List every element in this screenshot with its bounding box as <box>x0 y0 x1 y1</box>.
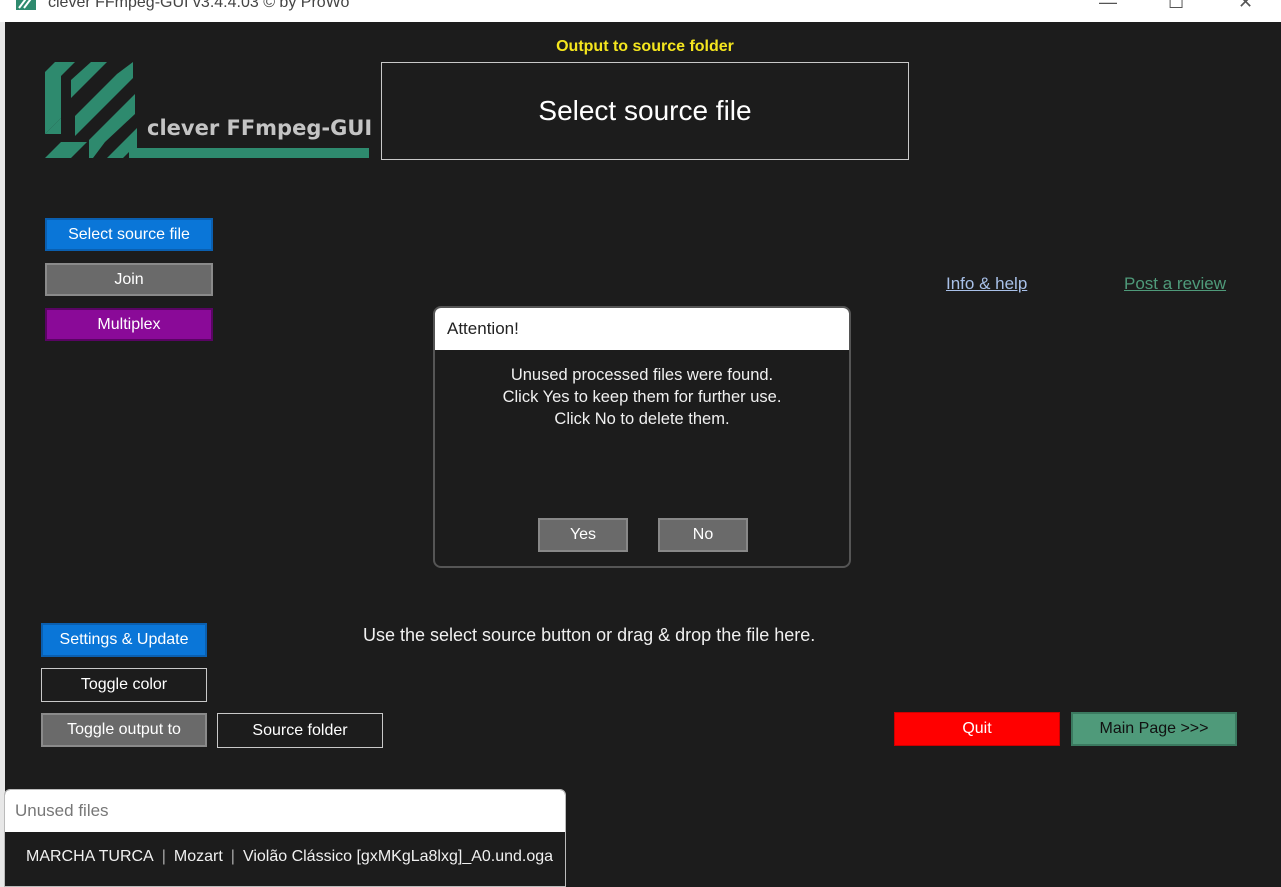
main-window: clever FFmpeg-GUI Output to source folde… <box>5 22 1281 887</box>
logo-text: clever FFmpeg-GUI <box>147 116 373 140</box>
dialog-title: Attention! <box>435 308 849 350</box>
drop-box-label: Select source file <box>538 95 752 126</box>
multiplex-button[interactable]: Multiplex <box>45 308 213 341</box>
no-button[interactable]: No <box>658 518 748 552</box>
maximize-icon[interactable]: ☐ <box>1168 0 1184 13</box>
file-title: MARCHA TURCA <box>26 848 154 865</box>
ffmpeg-logo-icon <box>45 62 369 158</box>
app-logo: clever FFmpeg-GUI <box>45 60 373 162</box>
title-bar: clever FFmpeg-GUI v3.4.4.03 © by ProWo —… <box>0 0 1281 22</box>
output-notice: Output to source folder <box>556 38 734 55</box>
file-artist: Mozart <box>173 848 223 865</box>
minimize-icon[interactable]: — <box>1099 0 1117 13</box>
window-title: clever FFmpeg-GUI v3.4.4.03 © by ProWo <box>48 0 350 11</box>
quit-button[interactable]: Quit <box>894 712 1060 746</box>
unused-files-panel: Unused files MARCHA TURCA | Mozart | Violão … <box>4 789 566 887</box>
separator: | <box>230 848 235 865</box>
post-review-link[interactable]: Post a review <box>1124 274 1226 294</box>
output-target-field: Source folder <box>217 713 383 748</box>
settings-update-button[interactable]: Settings & Update <box>41 623 207 657</box>
unused-file-entry[interactable]: MARCHA TURCA | Mozart | Violão Clássico [gxM… <box>26 848 553 866</box>
app-logo-icon <box>16 0 36 10</box>
toggle-color-button[interactable]: Toggle color <box>41 668 207 702</box>
drag-drop-hint: Use the select source button or drag & d… <box>363 625 816 645</box>
attention-dialog: Attention! Unused processed files were f… <box>433 306 851 568</box>
file-name: Violão Clássico [gxMKgLa8lxg]_A0.und.oga <box>242 848 554 865</box>
dialog-message-line: Click No to delete them. <box>554 410 730 428</box>
main-page-button[interactable]: Main Page >>> <box>1071 712 1237 746</box>
select-source-button[interactable]: Select source file <box>45 218 213 251</box>
unused-files-title: Unused files <box>5 790 565 832</box>
join-button[interactable]: Join <box>45 263 213 296</box>
source-drop-box[interactable]: Select source file <box>381 62 909 160</box>
dialog-message-line: Click Yes to keep them for further use. <box>502 388 782 406</box>
yes-button[interactable]: Yes <box>538 518 628 552</box>
toggle-output-button[interactable]: Toggle output to <box>41 713 207 747</box>
info-help-link[interactable]: Info & help <box>946 274 1027 294</box>
separator: | <box>161 848 166 865</box>
close-icon[interactable]: ✕ <box>1238 0 1253 13</box>
dialog-message-line: Unused processed files were found. <box>510 366 774 384</box>
